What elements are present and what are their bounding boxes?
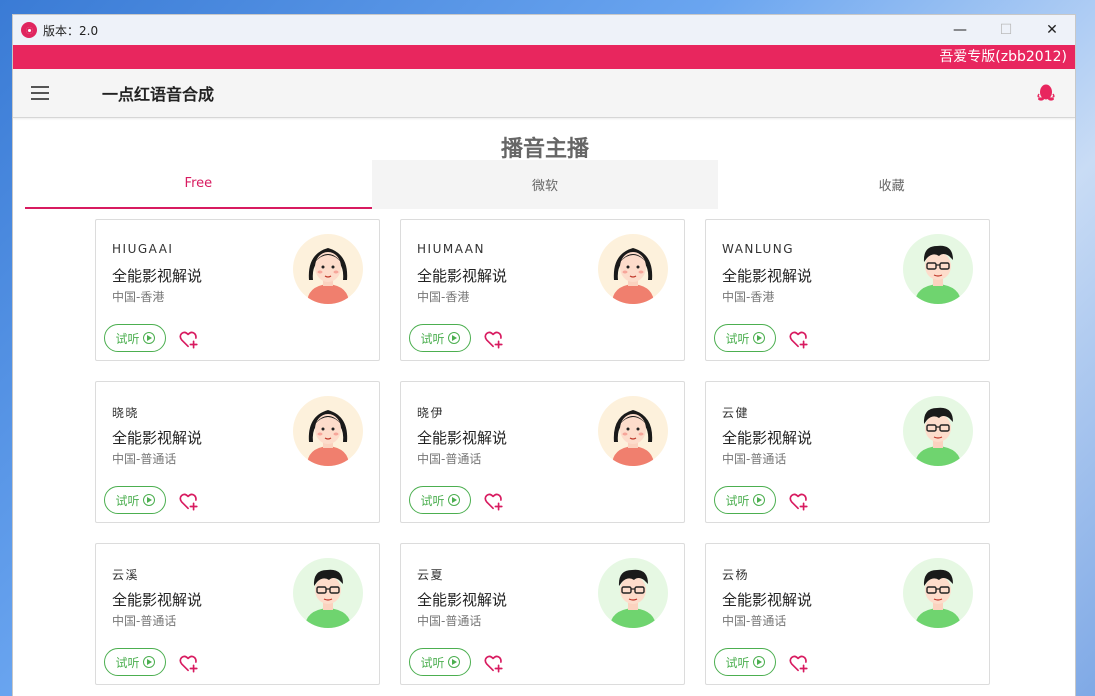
voice-style: 全能影视解说 xyxy=(112,267,203,285)
voice-name: WANLUNG xyxy=(722,242,795,256)
listen-button[interactable]: 试听 xyxy=(104,648,166,676)
maximize-button[interactable]: ☐ xyxy=(983,15,1029,45)
voice-name: HIUGAAI xyxy=(112,242,174,256)
app-logo-icon xyxy=(21,22,37,38)
window-title: 版本：2.0 xyxy=(43,23,99,38)
voice-card[interactable]: 云夏 全能影视解说 中国-普通话 试听 xyxy=(400,543,685,685)
voice-style: 全能影视解说 xyxy=(112,591,203,609)
play-icon xyxy=(142,656,155,668)
voice-region: 中国-普通话 xyxy=(417,614,482,628)
window-controls: — ☐ ✕ xyxy=(937,15,1075,45)
voice-card[interactable]: 云杨 全能影视解说 中国-普通话 试听 xyxy=(705,543,990,685)
female-avatar-icon xyxy=(293,234,363,304)
edition-banner: 吾爱专版(zbb2012) xyxy=(13,45,1075,69)
listen-label: 试听 xyxy=(420,331,445,346)
voice-region: 中国-普通话 xyxy=(112,452,177,466)
voice-card[interactable]: 云健 全能影视解说 中国-普通话 试听 xyxy=(705,381,990,523)
voice-name: 云夏 xyxy=(417,568,445,582)
play-icon xyxy=(142,332,155,344)
listen-label: 试听 xyxy=(420,493,445,508)
voice-region: 中国-普通话 xyxy=(722,452,787,466)
voice-name: 云杨 xyxy=(722,568,750,582)
voice-region: 中国-香港 xyxy=(417,290,470,304)
voice-region: 中国-普通话 xyxy=(112,614,177,628)
play-icon xyxy=(142,494,155,506)
listen-button[interactable]: 试听 xyxy=(104,486,166,514)
voice-card[interactable]: WANLUNG 全能影视解说 中国-香港 试听 xyxy=(705,219,990,361)
add-favorite-icon[interactable] xyxy=(483,490,505,512)
section-title: 播音主播 xyxy=(500,137,589,162)
add-favorite-icon[interactable] xyxy=(483,652,505,674)
listen-button[interactable]: 试听 xyxy=(714,486,776,514)
voice-region: 中国-香港 xyxy=(722,290,775,304)
play-icon xyxy=(447,494,460,506)
add-favorite-icon[interactable] xyxy=(178,652,200,674)
listen-label: 试听 xyxy=(725,493,750,508)
voice-name: 晓伊 xyxy=(417,406,445,420)
voice-region: 中国-香港 xyxy=(112,290,165,304)
listen-label: 试听 xyxy=(115,331,140,346)
male-avatar-icon xyxy=(903,234,973,304)
hamburger-menu-icon[interactable] xyxy=(31,82,57,104)
listen-button[interactable]: 试听 xyxy=(104,324,166,352)
voice-name: 云溪 xyxy=(112,568,140,582)
play-icon xyxy=(752,332,765,344)
female-avatar-icon xyxy=(598,396,668,466)
play-icon xyxy=(447,656,460,668)
voice-card[interactable]: 云溪 全能影视解说 中国-普通话 试听 xyxy=(95,543,380,685)
close-button[interactable]: ✕ xyxy=(1029,15,1075,45)
voice-style: 全能影视解说 xyxy=(417,591,508,609)
play-icon xyxy=(752,656,765,668)
add-favorite-icon[interactable] xyxy=(178,328,200,350)
voice-card[interactable]: HIUGAAI 全能影视解说 中国-香港 试听 xyxy=(95,219,380,361)
listen-button[interactable]: 试听 xyxy=(409,486,471,514)
listen-button[interactable]: 试听 xyxy=(714,648,776,676)
voice-card[interactable]: HIUMAAN 全能影视解说 中国-香港 试听 xyxy=(400,219,685,361)
listen-label: 试听 xyxy=(725,331,750,346)
window-titlebar[interactable]: 版本：2.0 — ☐ ✕ xyxy=(13,15,1075,45)
voice-style: 全能影视解说 xyxy=(417,429,508,447)
listen-button[interactable]: 试听 xyxy=(409,648,471,676)
male-avatar-icon xyxy=(903,396,973,466)
app-toolbar: 一点红语音合成 xyxy=(13,69,1075,118)
listen-button[interactable]: 试听 xyxy=(409,324,471,352)
female-avatar-icon xyxy=(293,396,363,466)
voice-name: HIUMAAN xyxy=(417,242,485,256)
voice-name: 云健 xyxy=(722,406,750,420)
listen-label: 试听 xyxy=(725,655,750,670)
qq-penguin-icon[interactable] xyxy=(1037,83,1055,103)
listen-label: 试听 xyxy=(115,493,140,508)
listen-label: 试听 xyxy=(420,655,445,670)
play-icon xyxy=(752,494,765,506)
voice-style: 全能影视解说 xyxy=(722,267,813,285)
minimize-button[interactable]: — xyxy=(937,15,983,45)
voice-style: 全能影视解说 xyxy=(722,591,813,609)
voice-style: 全能影视解说 xyxy=(722,429,813,447)
voice-card[interactable]: 晓伊 全能影视解说 中国-普通话 试听 xyxy=(400,381,685,523)
voice-style: 全能影视解说 xyxy=(112,429,203,447)
app-title: 一点红语音合成 xyxy=(102,85,215,104)
add-favorite-icon[interactable] xyxy=(788,490,810,512)
add-favorite-icon[interactable] xyxy=(483,328,505,350)
add-favorite-icon[interactable] xyxy=(178,490,200,512)
tab-microsoft[interactable]: 微软 xyxy=(371,160,719,209)
add-favorite-icon[interactable] xyxy=(788,652,810,674)
male-avatar-icon xyxy=(598,558,668,628)
voice-style: 全能影视解说 xyxy=(417,267,508,285)
voice-card[interactable]: 晓晓 全能影视解说 中国-普通话 试听 xyxy=(95,381,380,523)
voice-tabs: Free 微软 收藏 xyxy=(25,160,1065,209)
voice-region: 中国-普通话 xyxy=(722,614,787,628)
voice-name: 晓晓 xyxy=(112,406,140,420)
play-icon xyxy=(447,332,460,344)
add-favorite-icon[interactable] xyxy=(788,328,810,350)
voice-region: 中国-普通话 xyxy=(417,452,482,466)
tab-free[interactable]: Free xyxy=(25,160,372,209)
male-avatar-icon xyxy=(903,558,973,628)
app-window: 版本：2.0 — ☐ ✕ 吾爱专版(zbb2012) 一点红语音合成 播音主播 … xyxy=(12,14,1076,696)
listen-button[interactable]: 试听 xyxy=(714,324,776,352)
female-avatar-icon xyxy=(598,234,668,304)
listen-label: 试听 xyxy=(115,655,140,670)
male-avatar-icon xyxy=(293,558,363,628)
tab-favorites[interactable]: 收藏 xyxy=(718,160,1065,209)
